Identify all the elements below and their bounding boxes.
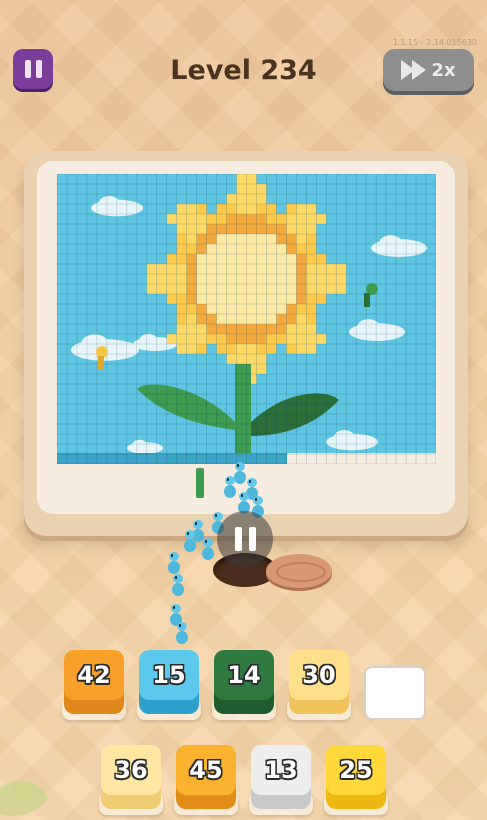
speed-button[interactable]: 2x: [383, 49, 474, 91]
empty-slot[interactable]: [364, 666, 426, 720]
slot-count: 25: [326, 745, 386, 795]
ant-icon: [200, 538, 216, 560]
version-text: 1.1.15 - 2.14.015630: [392, 38, 477, 47]
slot-count: 13: [251, 745, 311, 795]
leaf-decoration: [0, 780, 48, 817]
color-slot[interactable]: 15: [137, 650, 201, 720]
color-slot[interactable]: 36: [99, 745, 163, 815]
pixel-art-sunflower[interactable]: [57, 174, 436, 464]
slot-count: 45: [176, 745, 236, 795]
color-slot[interactable]: 30: [287, 650, 351, 720]
slot-count: 42: [64, 650, 124, 700]
top-bar: Level 234 1.1.15 - 2.14.015630 2x: [0, 0, 487, 110]
ant-icon: [174, 622, 190, 644]
fast-forward-icon: [401, 60, 427, 80]
slot-count: 30: [289, 650, 349, 700]
ant-icon: [170, 574, 186, 596]
color-slot[interactable]: 25: [324, 745, 388, 815]
slot-count: 14: [214, 650, 274, 700]
ant-icon: [166, 552, 182, 574]
speed-label: 2x: [431, 59, 456, 81]
color-slot[interactable]: 45: [174, 745, 238, 815]
ant-icon: [182, 530, 198, 552]
color-slot[interactable]: 13: [249, 745, 313, 815]
slot-count: 15: [139, 650, 199, 700]
color-slot[interactable]: 14: [212, 650, 276, 720]
carried-pixel: [196, 468, 204, 498]
slot-count: 36: [101, 745, 161, 795]
color-slot[interactable]: 42: [62, 650, 126, 720]
paused-overlay-icon[interactable]: [217, 511, 273, 567]
hole-lid: [266, 554, 332, 588]
